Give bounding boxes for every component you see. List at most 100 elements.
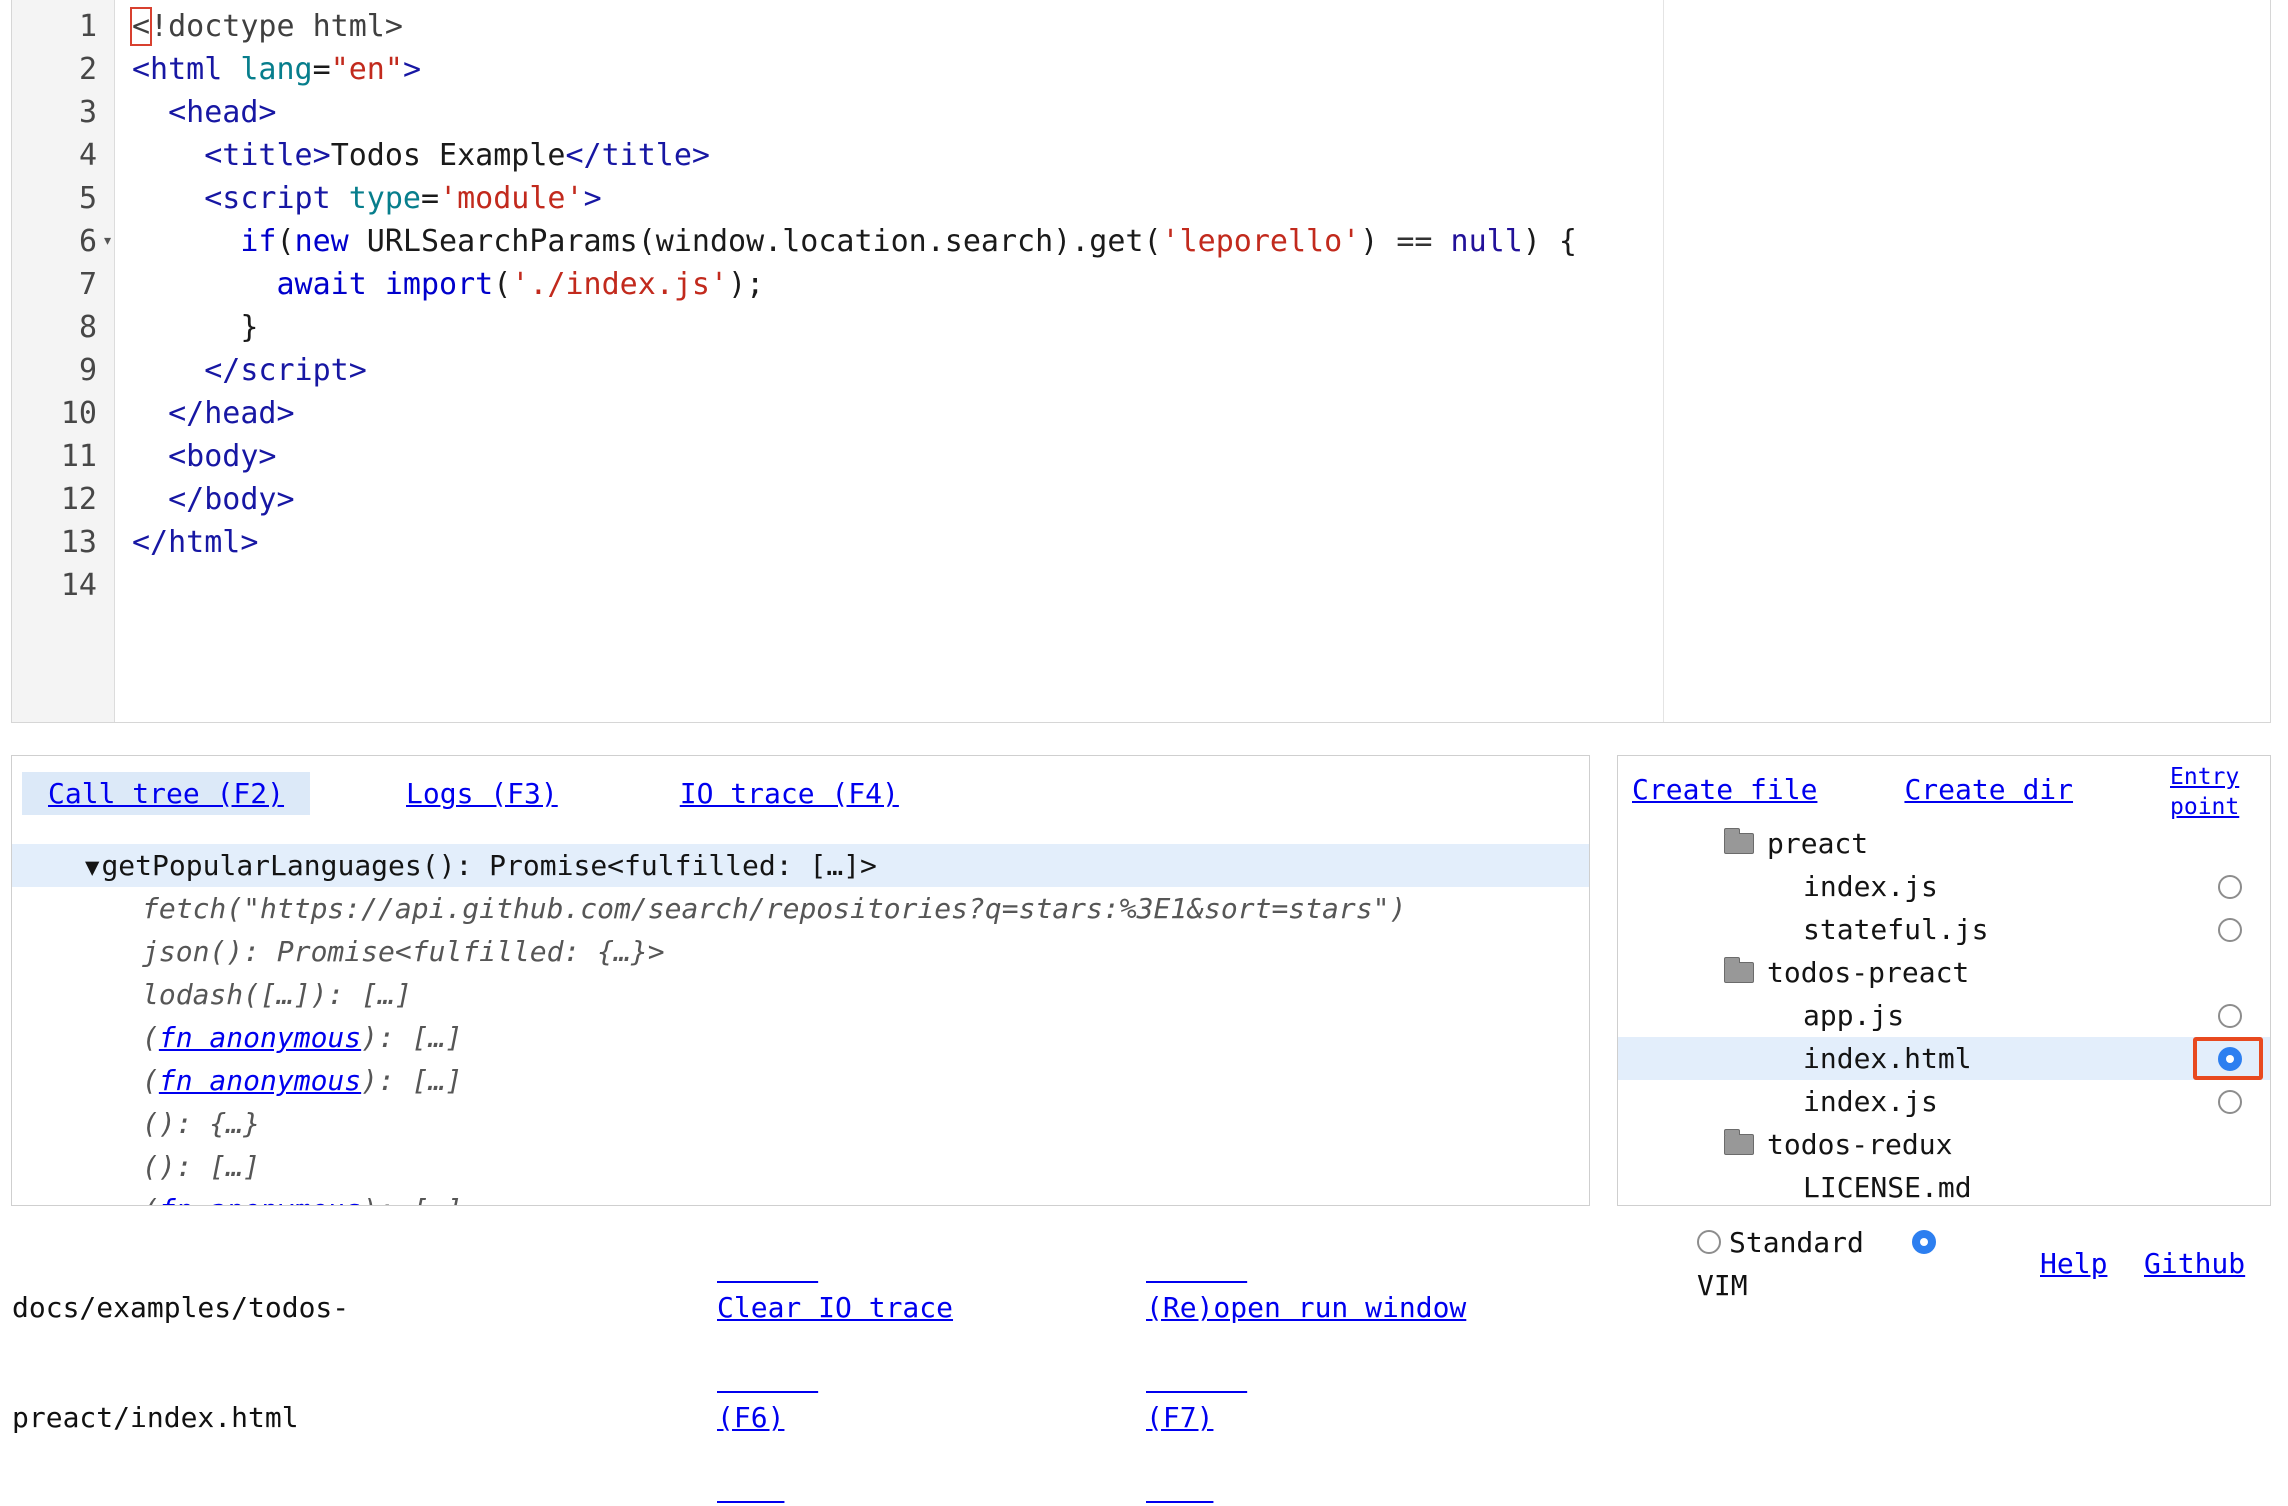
line-number: 12 [12,478,114,521]
tab-io-trace-f4[interactable]: IO trace (F4) [654,772,925,815]
entry-point-radio[interactable] [2218,1090,2242,1114]
file-row-stateful-js[interactable]: stateful.js [1618,908,2270,951]
help-link[interactable]: Help [2040,1242,2107,1286]
call-tree-row[interactable]: lodash([…]): […] [12,973,1589,1016]
code-line[interactable]: <script type='module'> [132,177,2270,220]
dir-row-preact[interactable]: preact [1618,822,2270,865]
token-tag: <title> [204,138,330,173]
call-tree-row[interactable]: (): {…} [12,1102,1589,1145]
token-kw: import [385,267,493,302]
file-row-index-html[interactable]: index.html [1618,1037,2270,1080]
status-bar: docs/examples/todos- preact/index.html C… [0,1206,2288,1302]
code-line[interactable]: <!doctype html> [132,5,2270,48]
line-number: 9 [12,349,114,392]
token-op: == [1396,224,1432,259]
code-editor[interactable]: 123456▾7891011121314 <!doctype html><htm… [11,0,2271,723]
token-text: = [421,181,439,216]
file-panel: Create file Create dir Entry point preac… [1617,755,2271,1206]
code-line[interactable] [132,564,2270,607]
file-name: stateful.js [1803,913,1988,946]
line-number: 6▾ [12,220,114,263]
token-text: ); [728,267,764,302]
token-text [367,267,385,302]
call-tree-row[interactable]: fetch("https://api.github.com/search/rep… [12,887,1589,930]
call-tree-row[interactable]: (fn anonymous): […] [12,1016,1589,1059]
token-text [222,52,240,87]
code-line[interactable]: </body> [132,478,2270,521]
line-number: 11 [12,435,114,478]
token-text: = [313,52,331,87]
code-line[interactable]: await import('./index.js'); [132,263,2270,306]
call-tree-row[interactable]: json(): Promise<fulfilled: {…}> [12,930,1589,973]
entry-point-header: Entry point [2170,762,2260,822]
token-text [132,482,168,517]
file-name: app.js [1803,999,1904,1032]
call-tree-row[interactable]: (): […] [12,1145,1589,1188]
reopen-run-window-button[interactable]: (Re)open run window (F7) [1146,1220,1466,1506]
create-dir-button[interactable]: Create dir [1904,768,2073,811]
line-number: 7 [12,263,114,306]
token-str: 'module' [439,181,584,216]
token-kw: if [240,224,276,259]
file-row-index-js[interactable]: index.js [1618,1080,2270,1123]
line-number: 5 [12,177,114,220]
entry-point-radio[interactable] [2218,875,2242,899]
file-name: index.js [1803,1085,1938,1118]
entry-point-radio[interactable] [2218,918,2242,942]
token-tag: </script> [204,353,367,388]
clear-io-trace-button[interactable]: Clear IO trace (F6) [717,1220,953,1506]
entry-point-radio[interactable] [2218,1004,2242,1028]
code-line[interactable]: <body> [132,435,2270,478]
token-kw: new [295,224,349,259]
tab-call-tree-f2[interactable]: Call tree (F2) [22,772,310,815]
code-line[interactable]: if(new URLSearchParams(window.location.s… [132,220,2270,263]
file-name: index.html [1803,1042,1972,1075]
token-text: ) { [1523,224,1577,259]
expand-arrow-icon[interactable]: ▼ [85,853,99,881]
tab-logs-f3[interactable]: Logs (F3) [380,772,584,815]
file-row-index-js[interactable]: index.js [1618,865,2270,908]
call-tree-row[interactable]: ▼getPopularLanguages(): Promise<fulfille… [12,844,1589,887]
anonymous-fn-link[interactable]: fn anonymous [159,1193,361,1206]
token-tag: </title> [566,138,711,173]
code-line[interactable]: </script> [132,349,2270,392]
token-tag: </head> [168,396,294,431]
code-line[interactable]: </html> [132,521,2270,564]
code-line[interactable]: </head> [132,392,2270,435]
folder-icon [1724,962,1754,983]
dir-name: todos-preact [1767,956,1969,989]
file-row-app-js[interactable]: app.js [1618,994,2270,1037]
token-tag: > [584,181,602,216]
column-ruler [1663,0,1664,722]
vim-keybinding-radio[interactable] [1912,1230,1936,1254]
token-text [132,181,204,216]
code-area[interactable]: <!doctype html><html lang="en"> <head> <… [115,0,2270,722]
code-line[interactable]: } [132,306,2270,349]
anonymous-fn-link[interactable]: fn anonymous [159,1021,361,1054]
fold-marker-icon[interactable]: ▾ [102,232,113,250]
token-attr: type [349,181,421,216]
call-tree-row[interactable]: (fn anonymous): […] [12,1188,1589,1206]
file-name: LICENSE.md [1803,1171,1972,1204]
call-tree-row[interactable]: (fn anonymous): […] [12,1059,1589,1102]
create-file-button[interactable]: Create file [1632,768,1817,811]
dir-row-todos-redux[interactable]: todos-redux [1618,1123,2270,1166]
anonymous-fn-link[interactable]: fn anonymous [159,1064,361,1097]
line-number: 8 [12,306,114,349]
token-text: URLSearchParams(window.location.search).… [349,224,1162,259]
code-line[interactable]: <html lang="en"> [132,48,2270,91]
standard-keybinding-radio[interactable] [1697,1230,1721,1254]
token-attr: lang [240,52,312,87]
token-text: ) [1360,224,1396,259]
dir-row-todos-preact[interactable]: todos-preact [1618,951,2270,994]
keybinding-options: Standard VIM [1697,1220,1936,1308]
file-row-license-md[interactable]: LICENSE.md [1618,1166,2270,1206]
call-tree-tabs: Call tree (F2) Logs (F3) IO trace (F4) [12,756,1589,815]
line-number: 1 [12,5,114,48]
github-link[interactable]: Github [2144,1242,2245,1286]
token-tag: > [403,52,421,87]
file-tree: preactindex.jsstateful.jstodos-preactapp… [1618,822,2270,1206]
entry-point-radio[interactable] [2218,1047,2242,1071]
code-line[interactable]: <head> [132,91,2270,134]
code-line[interactable]: <title>Todos Example</title> [132,134,2270,177]
